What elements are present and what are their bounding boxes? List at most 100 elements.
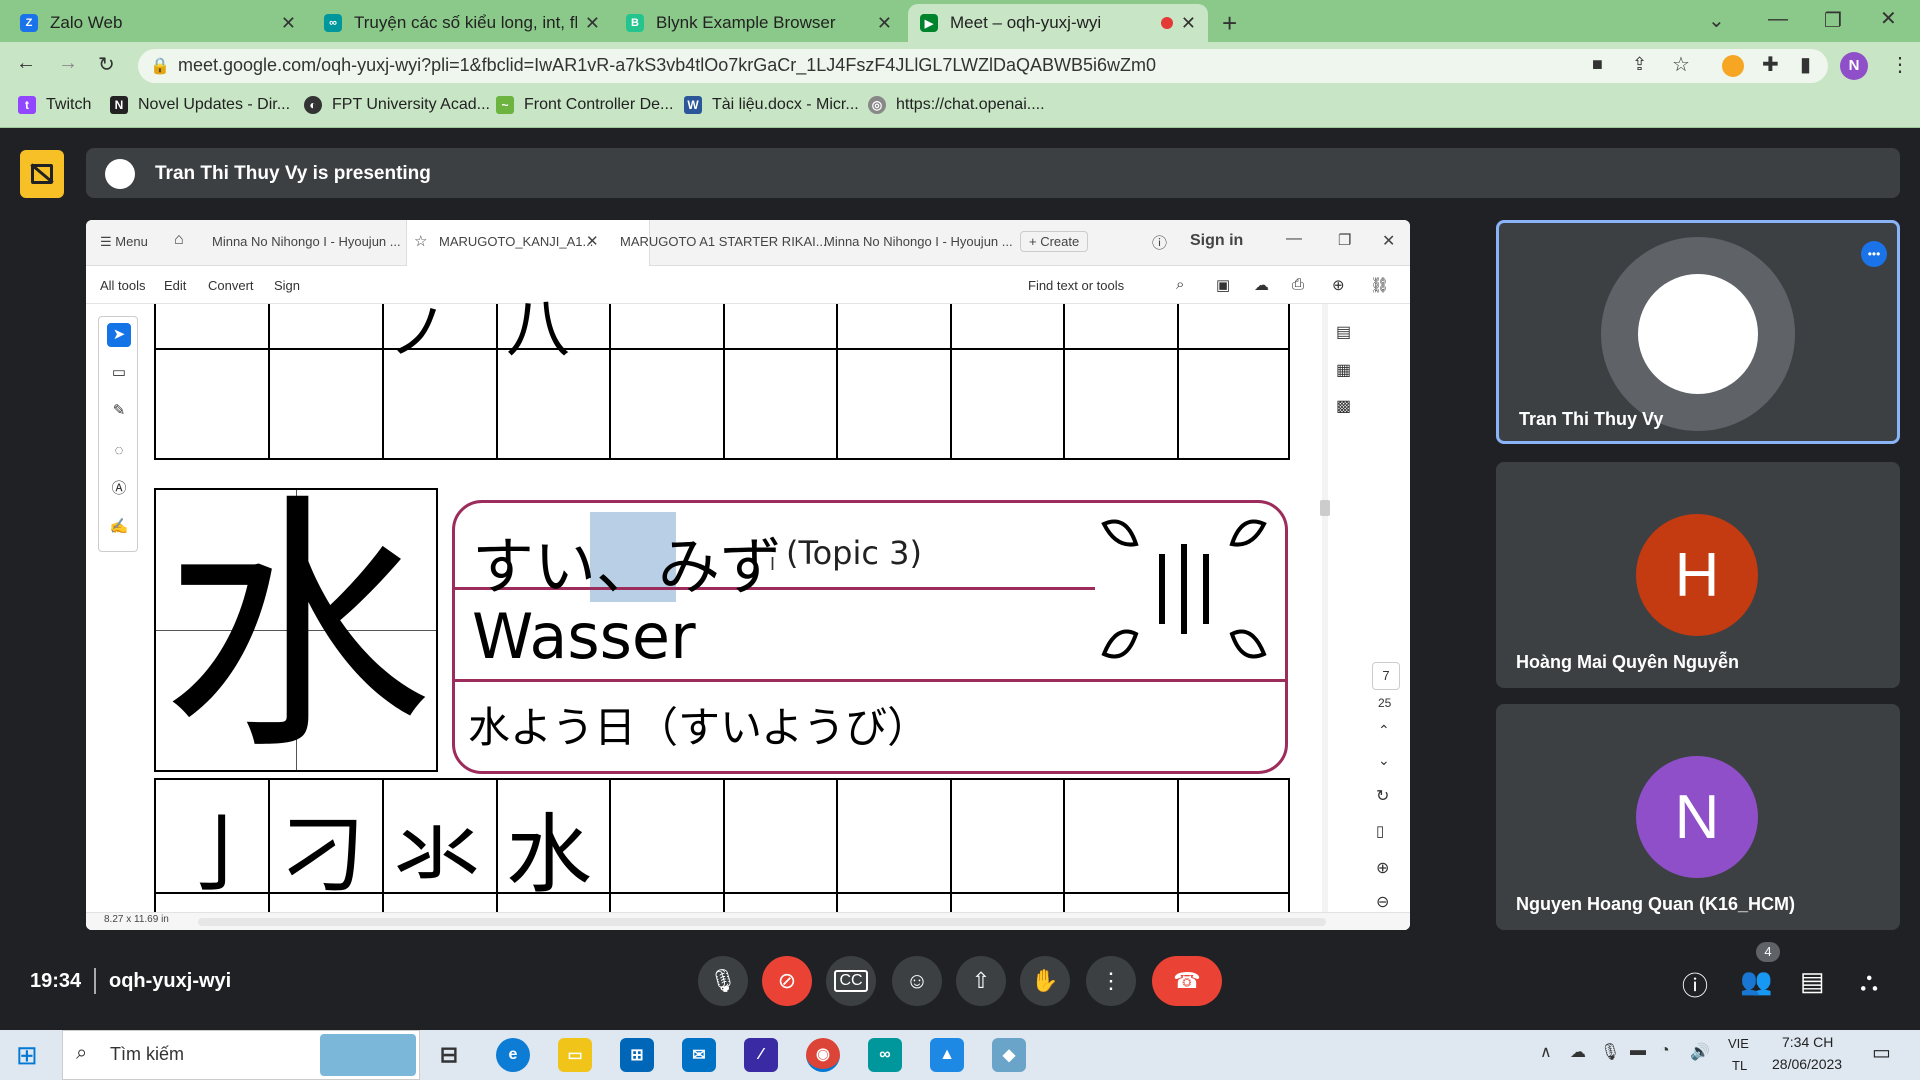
share-user-icon[interactable]: ⊕: [1332, 276, 1345, 294]
mail-icon[interactable]: ✉: [682, 1038, 716, 1072]
raise-hand-button[interactable]: ✋: [1020, 956, 1070, 1006]
scroll-thumb[interactable]: [1320, 500, 1330, 516]
participant-tile[interactable]: N Nguyen Hoang Quan (K16_HCM): [1496, 704, 1900, 930]
forward-icon[interactable]: →: [58, 52, 78, 75]
zoom-in-icon[interactable]: ⊕: [1376, 858, 1389, 878]
print-icon[interactable]: ⎙: [1292, 276, 1304, 293]
reactions-button[interactable]: ☺: [892, 956, 942, 1006]
present-now-button[interactable]: ⇧: [956, 956, 1006, 1006]
leave-call-button[interactable]: ☎: [1152, 956, 1222, 1006]
bookmark-word-doc[interactable]: W Tài liệu.docx - Micr...: [684, 96, 859, 114]
battery-icon[interactable]: ▬: [1630, 1042, 1646, 1060]
wifi-icon[interactable]: ◔: [1660, 1042, 1670, 1060]
bookmark-novel-updates[interactable]: N Novel Updates - Dir...: [110, 96, 290, 114]
system-date[interactable]: 28/06/2023: [1772, 1056, 1842, 1072]
tray-chevron-icon[interactable]: ∧: [1540, 1042, 1552, 1062]
captions-button[interactable]: CC: [826, 956, 876, 1006]
page-up-icon[interactable]: ⌃: [1378, 722, 1390, 739]
tab-zalo[interactable]: Z Zalo Web ✕: [8, 4, 308, 42]
chrome-icon[interactable]: ◉: [806, 1038, 840, 1072]
camera-off-button[interactable]: ⊘: [762, 956, 812, 1006]
store-icon[interactable]: ⊞: [620, 1038, 654, 1072]
tab-meet[interactable]: ▶ Meet – oqh-yuxj-wyi ✕: [908, 4, 1208, 42]
vertical-scrollbar[interactable]: [1322, 304, 1328, 930]
pen-icon[interactable]: ✎: [107, 399, 131, 423]
tab-search-icon[interactable]: ⌄: [1708, 8, 1725, 33]
page-fit-icon[interactable]: ▯: [1376, 822, 1384, 840]
bookmark-twitch[interactable]: t Twitch: [18, 96, 91, 114]
pdf-tab-minna-1[interactable]: Minna No Nihongo I - Hyoujun ...: [212, 234, 401, 249]
tab-blynk[interactable]: B Blynk Example Browser ✕: [614, 4, 904, 42]
chat-icon[interactable]: ▤: [1800, 966, 1825, 997]
find-tools-input[interactable]: Find text or tools: [1028, 278, 1124, 293]
task-view-icon[interactable]: ⊟: [432, 1038, 466, 1072]
sign-menu[interactable]: Sign: [274, 278, 300, 293]
participant-tile[interactable]: H Hoàng Mai Quyên Nguyễn: [1496, 462, 1900, 688]
pdf-restore-button[interactable]: ❐: [1338, 231, 1351, 249]
lasso-icon[interactable]: ◌: [107, 439, 131, 463]
menu-dots-icon[interactable]: ⋮: [1890, 52, 1910, 77]
zoom-out-icon[interactable]: ⊖: [1376, 892, 1389, 912]
notification-icon[interactable]: ▭: [1872, 1040, 1891, 1065]
network-icon[interactable]: ☁: [1570, 1042, 1586, 1062]
bookmark-star-icon[interactable]: ☆: [1672, 52, 1690, 77]
camera-blocked-icon[interactable]: ■: [1592, 54, 1603, 75]
app-icon[interactable]: ◆: [992, 1038, 1026, 1072]
close-icon[interactable]: ✕: [281, 13, 296, 34]
bookmark-chatgpt[interactable]: ◎ https://chat.openai....: [868, 96, 1045, 114]
keyboard-layout[interactable]: TL: [1732, 1058, 1747, 1073]
home-icon[interactable]: ⌂: [174, 231, 184, 249]
restore-button[interactable]: ❐: [1824, 8, 1842, 33]
back-icon[interactable]: ←: [16, 52, 36, 75]
share-icon[interactable]: ⇪: [1632, 54, 1647, 75]
system-time[interactable]: 7:34 CH: [1782, 1034, 1833, 1050]
edit-menu[interactable]: Edit: [164, 278, 186, 293]
input-language[interactable]: VIE: [1728, 1036, 1749, 1051]
save-icon[interactable]: ▣: [1216, 276, 1230, 294]
side-panel-icon[interactable]: ▮: [1800, 52, 1811, 77]
participant-tile-presenter[interactable]: ••• Tran Thi Thuy Vy: [1496, 220, 1900, 444]
create-button[interactable]: + Create: [1020, 231, 1089, 252]
new-tab-button[interactable]: +: [1222, 8, 1237, 39]
extensions-puzzle-icon[interactable]: ✚: [1762, 52, 1779, 77]
volume-icon[interactable]: 🔊: [1690, 1042, 1710, 1062]
comments-icon[interactable]: ▤: [1336, 322, 1351, 342]
stop-presenting-icon[interactable]: [20, 150, 64, 198]
extension-icon[interactable]: [1722, 55, 1744, 77]
photos-icon[interactable]: ▲: [930, 1038, 964, 1072]
pdf-tab-marugoto-kanji[interactable]: MARUGOTO_KANJI_A1...: [439, 234, 593, 249]
people-icon[interactable]: 👥: [1740, 966, 1772, 997]
select-cursor-icon[interactable]: ➤: [107, 323, 131, 347]
pdf-close-button[interactable]: ✕: [1382, 231, 1395, 251]
bookmark-front-controller[interactable]: ~ Front Controller De...: [496, 96, 673, 114]
close-window-button[interactable]: ✕: [1880, 6, 1897, 31]
tab-arduino[interactable]: ∞ Truyện các số kiểu long, int, float ✕: [312, 4, 612, 42]
visual-studio-icon[interactable]: ∕: [744, 1038, 778, 1072]
microphone-button[interactable]: 🎙: [698, 956, 748, 1006]
pdf-minimize-button[interactable]: —: [1286, 230, 1302, 248]
convert-menu[interactable]: Convert: [208, 278, 254, 293]
windows-start-icon[interactable]: ⊞: [16, 1040, 38, 1071]
cloud-upload-icon[interactable]: ☁: [1254, 276, 1269, 294]
profile-avatar[interactable]: N: [1840, 52, 1868, 80]
microphone-tray-icon[interactable]: 🎙: [1600, 1042, 1620, 1062]
pdf-tab-marugoto-starter[interactable]: MARUGOTO A1 STARTER RIKAI...: [620, 234, 827, 249]
text-select-icon[interactable]: Ⓐ: [107, 477, 131, 501]
link-icon[interactable]: ⛓: [1370, 276, 1389, 294]
close-icon[interactable]: ✕: [585, 13, 600, 34]
thumbnails-icon[interactable]: ▩: [1336, 396, 1351, 416]
page-down-icon[interactable]: ⌄: [1378, 752, 1390, 769]
pdf-menu-button[interactable]: ☰ Menu: [100, 234, 148, 250]
horizontal-scrollbar[interactable]: [198, 918, 1326, 926]
bookmark-panel-icon[interactable]: ▦: [1336, 360, 1351, 380]
edge-icon[interactable]: e: [496, 1038, 530, 1072]
url-text[interactable]: meet.google.com/oqh-yuxj-wyi?pli=1&fbcli…: [178, 55, 1156, 76]
sign-in-button[interactable]: Sign in: [1190, 232, 1243, 250]
close-icon[interactable]: ✕: [586, 232, 599, 250]
close-icon[interactable]: ✕: [1181, 13, 1196, 34]
star-icon[interactable]: ☆: [414, 232, 427, 250]
reload-icon[interactable]: ↻: [98, 52, 115, 77]
activities-icon[interactable]: ⛬: [1860, 966, 1878, 998]
comment-icon[interactable]: ▭: [107, 361, 131, 385]
stamp-icon[interactable]: ✍: [107, 515, 131, 539]
